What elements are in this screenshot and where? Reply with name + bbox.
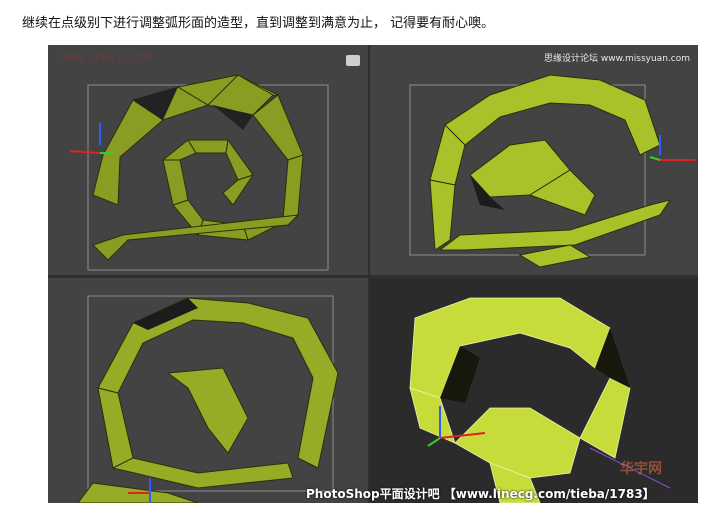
viewport-perspective[interactable]: 华宇网	[370, 278, 698, 503]
spiral-mesh-front	[409, 74, 695, 268]
viewport-front[interactable]: 思缘设计论坛 www.missyuan.com	[370, 45, 698, 275]
viewport-top[interactable]: WWW.4SKY.COM	[48, 45, 368, 275]
3d-viewports-screenshot: WWW.4SKY.COM 思缘设计论坛 www.missyuan.com 华宇网…	[48, 45, 698, 503]
spiral-mesh-top	[69, 74, 329, 271]
viewport-divider-horizontal[interactable]	[48, 275, 698, 278]
page-caption: 继续在点级别下进行调整弧形面的造型，直到调整到满意为止， 记得要有耐心噢。	[22, 16, 495, 31]
banner-watermark: PhotoShop平面设计吧 【www.linecg.com/tieba/178…	[306, 487, 655, 501]
viewport-divider-vertical[interactable]	[368, 45, 370, 503]
logo-watermark: 华宇网	[620, 461, 662, 477]
viewport-left[interactable]	[48, 278, 368, 503]
spiral-mesh-left	[77, 295, 339, 503]
